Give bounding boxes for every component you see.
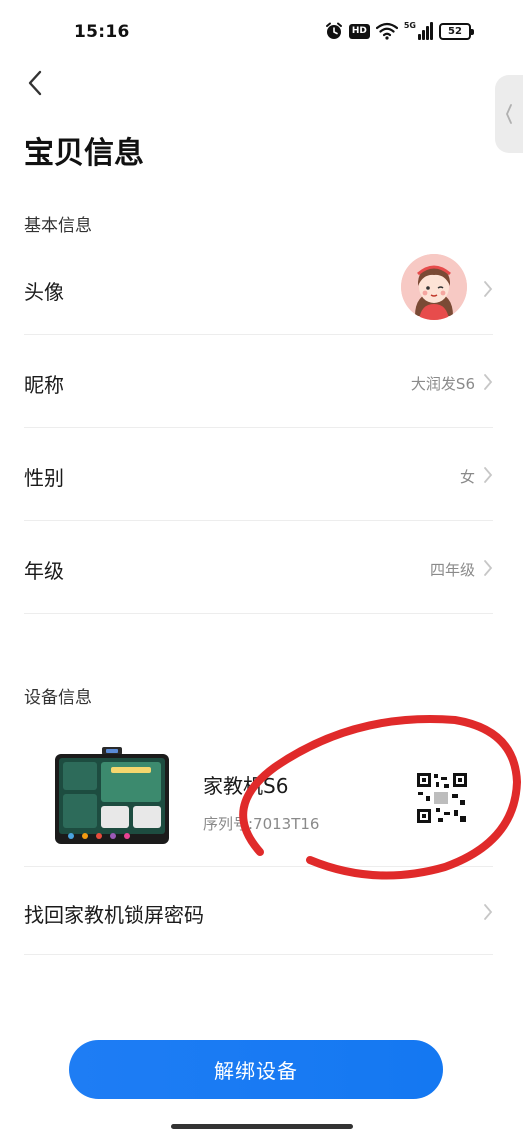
back-button[interactable] xyxy=(20,66,50,100)
device-qr-code xyxy=(416,772,468,824)
collapse-chevron-icon xyxy=(506,104,512,124)
device-name: 家教机S6 xyxy=(203,774,289,798)
status-time: 15:16 xyxy=(74,22,130,42)
alarm-icon xyxy=(325,22,342,39)
chevron-right-icon xyxy=(484,374,493,390)
wifi-icon xyxy=(375,22,398,40)
side-panel-tab[interactable] xyxy=(495,75,523,153)
chevron-right-icon xyxy=(484,281,493,297)
recover-password-row[interactable]: 找回家教机锁屏密码 xyxy=(24,867,493,955)
device-info-section-title: 设备信息 xyxy=(24,688,92,708)
chevron-right-icon xyxy=(484,560,493,576)
home-indicator[interactable] xyxy=(171,1124,353,1129)
nickname-value: 大润发S6 xyxy=(410,375,475,393)
status-icons: HD 5G 52 xyxy=(325,22,474,40)
avatar-row[interactable]: 头像 xyxy=(24,242,493,335)
grade-label: 年级 xyxy=(24,559,64,583)
device-serial: 序列号:7013T16 xyxy=(203,815,320,833)
nickname-label: 昵称 xyxy=(24,373,64,397)
back-chevron-icon xyxy=(28,70,42,96)
status-bar: 15:16 HD 5G 52 xyxy=(0,0,523,66)
grade-value: 四年级 xyxy=(429,561,475,579)
grade-row[interactable]: 年级 四年级 xyxy=(24,521,493,614)
battery-icon: 52 xyxy=(439,22,474,40)
avatar xyxy=(401,254,467,320)
signal-icon: 5G xyxy=(404,22,433,40)
chevron-right-icon xyxy=(484,904,493,920)
gender-value: 女 xyxy=(459,468,475,486)
recover-password-label: 找回家教机锁屏密码 xyxy=(24,903,204,927)
page-title: 宝贝信息 xyxy=(24,136,144,171)
unbind-device-button[interactable]: 解绑设备 xyxy=(69,1040,443,1099)
avatar-label: 头像 xyxy=(24,280,64,304)
chevron-right-icon xyxy=(484,467,493,483)
nickname-row[interactable]: 昵称 大润发S6 xyxy=(24,335,493,428)
gender-label: 性别 xyxy=(24,466,64,490)
device-image xyxy=(55,747,169,844)
battery-level: 52 xyxy=(448,25,462,37)
basic-info-section-title: 基本信息 xyxy=(24,216,92,236)
hd-badge: HD xyxy=(348,23,370,39)
gender-row[interactable]: 性别 女 xyxy=(24,428,493,521)
